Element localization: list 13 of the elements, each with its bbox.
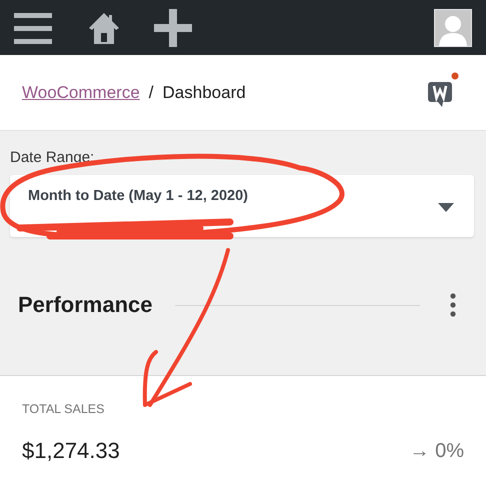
plus-icon[interactable]: [154, 8, 192, 46]
breadcrumb-current: Dashboard: [162, 82, 246, 102]
breadcrumb-separator: /: [148, 82, 154, 102]
caret-icon: [438, 203, 454, 212]
chat-badge-icon[interactable]: [426, 72, 460, 108]
metric-value: $1,274.33: [22, 438, 120, 464]
metric-label: TOTAL SALES: [22, 402, 106, 416]
breadcrumb-link[interactable]: WooCommerce: [22, 82, 140, 102]
metric-delta: → 0%: [410, 440, 464, 462]
home-icon[interactable]: [88, 10, 120, 44]
more-options-icon[interactable]: [450, 293, 456, 317]
menu-icon[interactable]: [14, 10, 54, 44]
section-title: Performance: [18, 292, 153, 318]
